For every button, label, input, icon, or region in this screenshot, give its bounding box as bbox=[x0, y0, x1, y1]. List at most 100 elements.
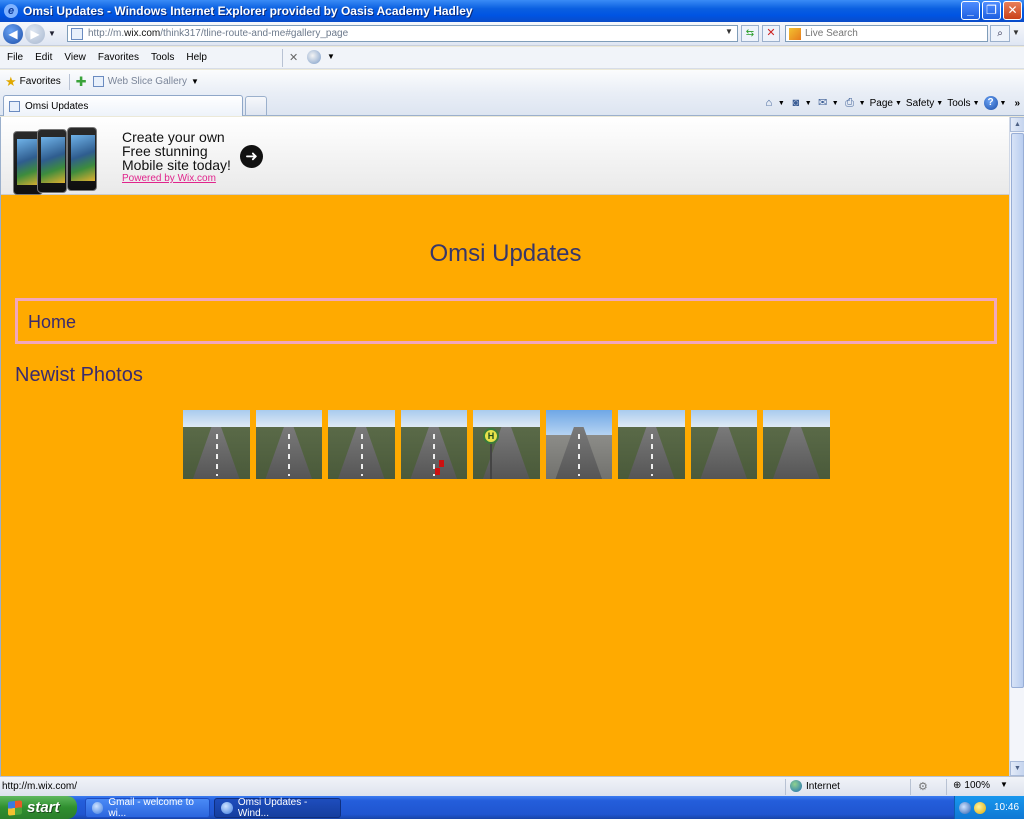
internet-explorer-icon bbox=[221, 802, 233, 814]
stop-button[interactable]: ✕ bbox=[762, 25, 780, 42]
photo-gallery: H bbox=[183, 410, 830, 479]
taskbar-item-label: Gmail - welcome to wi... bbox=[108, 797, 194, 819]
live-search-icon bbox=[789, 27, 801, 40]
banner-line: Create your own bbox=[122, 129, 225, 145]
nav-home-link[interactable]: Home bbox=[28, 312, 76, 333]
web-slice-dropdown-icon[interactable]: ▼ bbox=[191, 77, 199, 86]
zoom-dropdown-icon[interactable]: ▼ bbox=[1000, 780, 1008, 789]
search-button[interactable]: ⌕ bbox=[990, 25, 1010, 42]
chevron-more-icon[interactable]: » bbox=[1014, 98, 1020, 109]
favorites-bar: ★ Favorites ✚ Web Slice Gallery ▼ bbox=[0, 70, 1024, 93]
home-dropdown-icon[interactable]: ▼ bbox=[778, 100, 785, 107]
mail-icon[interactable]: ✉ bbox=[816, 96, 830, 110]
tray-arrow-icon[interactable] bbox=[959, 801, 971, 814]
tab-omsi-updates[interactable]: Omsi Updates bbox=[3, 95, 243, 116]
favorites-button[interactable]: Favorites bbox=[20, 76, 61, 87]
bus-stop-sign-icon: H bbox=[483, 428, 499, 444]
help-icon[interactable]: ? bbox=[983, 96, 998, 110]
arrow-right-icon[interactable]: ➜ bbox=[240, 145, 263, 168]
zoom-icon: ⊕ bbox=[953, 780, 962, 791]
window-controls: _ ❐ ✕ bbox=[961, 1, 1022, 20]
gallery-photo[interactable] bbox=[255, 410, 322, 479]
address-dropdown-icon[interactable]: ▼ bbox=[723, 27, 735, 40]
menu-tools[interactable]: Tools bbox=[145, 52, 180, 63]
restore-button[interactable]: ❐ bbox=[982, 1, 1001, 20]
menu-favorites[interactable]: Favorites bbox=[92, 52, 145, 63]
site-nav: Home bbox=[15, 298, 997, 344]
add-to-favorites-icon[interactable]: ✚ bbox=[76, 74, 87, 90]
gallery-photo[interactable] bbox=[400, 410, 467, 479]
phones-image bbox=[13, 127, 113, 195]
feeds-icon[interactable]: ◙ bbox=[789, 96, 803, 110]
status-url: http://m.wix.com/ bbox=[2, 781, 78, 792]
vertical-scrollbar[interactable]: ▲ ▼ bbox=[1009, 117, 1024, 776]
tray-notification-icon[interactable] bbox=[974, 801, 986, 814]
page-dropdown-icon[interactable]: ▼ bbox=[895, 100, 902, 107]
powered-by-wix-link[interactable]: Powered by Wix.com bbox=[122, 173, 216, 184]
gallery-photo[interactable] bbox=[328, 410, 395, 479]
refresh-button[interactable]: ⇆ bbox=[741, 25, 759, 42]
window-title-bar: e Omsi Updates - Windows Internet Explor… bbox=[0, 0, 1024, 22]
safety-dropdown-icon[interactable]: ▼ bbox=[936, 100, 943, 107]
toolbar-addon-icon[interactable] bbox=[307, 50, 321, 64]
tab-row: Omsi Updates ⌂ ▼ ◙ ▼ ✉ ▼ ⎙ ▼ Page ▼ Safety ▼ T… bbox=[0, 93, 1024, 116]
banner-line: Mobile site today! bbox=[122, 157, 231, 173]
home-icon[interactable]: ⌂ bbox=[762, 96, 776, 110]
close-button[interactable]: ✕ bbox=[1003, 1, 1022, 20]
feeds-dropdown-icon[interactable]: ▼ bbox=[805, 100, 812, 107]
scroll-thumb[interactable] bbox=[1011, 133, 1024, 688]
taskbar-item-gmail[interactable]: Gmail - welcome to wi... bbox=[85, 797, 210, 819]
web-slice-icon bbox=[92, 76, 104, 87]
addon-dropdown-icon[interactable]: ▼ bbox=[327, 52, 335, 61]
safety-menu[interactable]: Safety bbox=[906, 98, 934, 109]
clock[interactable]: 10:46 bbox=[994, 802, 1019, 813]
gallery-photo[interactable] bbox=[183, 410, 250, 479]
page-menu[interactable]: Page bbox=[870, 98, 893, 109]
protected-mode-icon[interactable]: ⚙ bbox=[918, 780, 928, 793]
zoom-level: 100% bbox=[964, 780, 990, 791]
back-button[interactable]: ◀ bbox=[3, 23, 23, 44]
web-slice-gallery-link[interactable]: Web Slice Gallery bbox=[108, 76, 187, 87]
gallery-photo[interactable] bbox=[618, 410, 685, 479]
search-options-dropdown[interactable]: ▼ bbox=[1011, 25, 1021, 42]
zoom-control[interactable]: ⊕ 100% bbox=[953, 780, 990, 791]
url-text[interactable]: http://m.wix.com/think317/tline-route-an… bbox=[88, 28, 348, 39]
system-tray: 10:46 bbox=[954, 796, 1024, 819]
gallery-photo[interactable] bbox=[690, 410, 757, 479]
gallery-photo[interactable]: H bbox=[473, 410, 540, 479]
tools-menu[interactable]: Tools bbox=[947, 98, 970, 109]
wix-ad-banner[interactable]: Create your own Free stunning Mobile sit… bbox=[1, 117, 1009, 195]
print-dropdown-icon[interactable]: ▼ bbox=[859, 100, 866, 107]
scroll-up-icon[interactable]: ▲ bbox=[1010, 117, 1024, 132]
taskbar-item-omsi-updates[interactable]: Omsi Updates - Wind... bbox=[214, 797, 341, 819]
recent-pages-dropdown[interactable]: ▼ bbox=[48, 29, 56, 38]
start-button[interactable]: start bbox=[0, 796, 77, 819]
new-tab-button[interactable] bbox=[245, 96, 267, 115]
menu-view[interactable]: View bbox=[58, 52, 92, 63]
tools-dropdown-icon[interactable]: ▼ bbox=[973, 100, 980, 107]
gallery-photo[interactable] bbox=[763, 410, 830, 479]
security-zone[interactable]: Internet bbox=[790, 780, 840, 792]
menu-edit[interactable]: Edit bbox=[29, 52, 58, 63]
scroll-down-icon[interactable]: ▼ bbox=[1010, 761, 1024, 776]
menu-separator bbox=[282, 49, 283, 67]
menu-file[interactable]: File bbox=[0, 52, 29, 63]
address-input[interactable]: http://m.wix.com/think317/tline-route-an… bbox=[67, 25, 738, 42]
mail-dropdown-icon[interactable]: ▼ bbox=[832, 100, 839, 107]
globe-icon bbox=[790, 780, 802, 792]
minimize-button[interactable]: _ bbox=[961, 1, 980, 20]
print-icon[interactable]: ⎙ bbox=[843, 96, 857, 110]
search-box[interactable] bbox=[785, 25, 988, 42]
site-title: Omsi Updates bbox=[429, 240, 582, 267]
forward-button[interactable]: ▶ bbox=[25, 23, 45, 44]
gallery-photo[interactable] bbox=[545, 410, 612, 479]
help-dropdown-icon[interactable]: ▼ bbox=[1000, 100, 1007, 107]
search-input[interactable] bbox=[805, 28, 985, 39]
close-toolbar-icon[interactable]: ✕ bbox=[289, 51, 298, 64]
status-separator bbox=[910, 779, 911, 795]
page-icon bbox=[71, 27, 83, 40]
url-path: /think317/tline-route-and-me#gallery_pag… bbox=[160, 28, 349, 39]
menu-help[interactable]: Help bbox=[180, 52, 213, 63]
windows-logo-icon bbox=[8, 799, 22, 816]
taskbar-item-label: Omsi Updates - Wind... bbox=[237, 797, 308, 819]
